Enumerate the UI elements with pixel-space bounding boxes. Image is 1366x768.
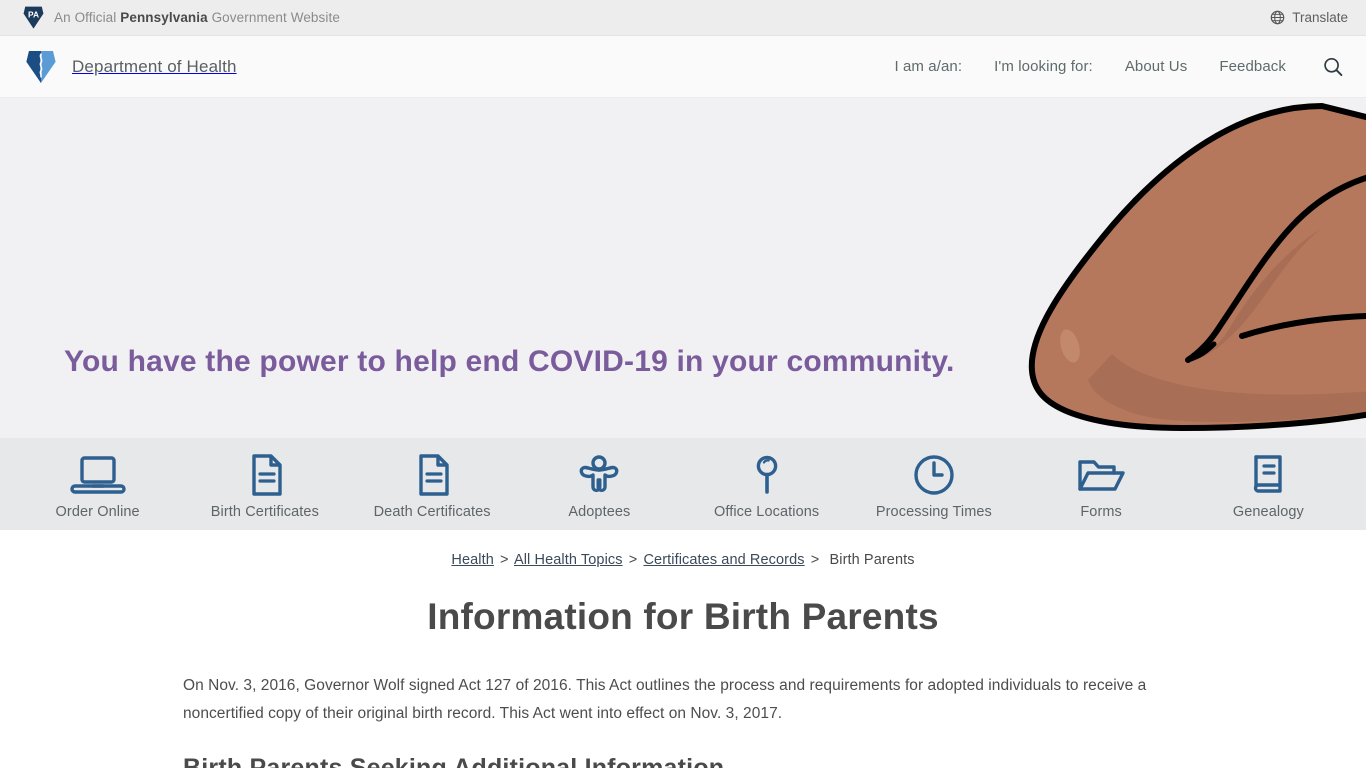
hero-headline: You have the power to help end COVID-19 … xyxy=(64,345,955,378)
quicklink-label: Adoptees xyxy=(568,503,631,520)
doh-keystone-icon xyxy=(26,50,56,83)
nav-item-about-us[interactable]: About Us xyxy=(1125,58,1188,75)
quicklink-label: Death Certificates xyxy=(373,503,491,520)
site-header: Department of Health I am a/an: I'm look… xyxy=(0,36,1366,98)
quicklink-label: Forms xyxy=(1080,503,1122,520)
quicklink-label: Processing Times xyxy=(875,503,992,520)
translate-button[interactable]: Translate xyxy=(1270,10,1348,25)
folder-open-icon xyxy=(1075,453,1127,497)
nav-item-i-am-a-an[interactable]: I am a/an: xyxy=(894,58,962,75)
gov-banner-text-suffix: Government Website xyxy=(207,10,340,25)
quicklink-office-locations[interactable]: Office Locations xyxy=(683,449,850,520)
official-government-banner: PA An Official Pennsylvania Government W… xyxy=(0,0,1366,36)
quicklink-label: Birth Certificates xyxy=(210,503,319,520)
quicklink-label: Genealogy xyxy=(1232,503,1304,520)
breadcrumb-link-health[interactable]: Health xyxy=(451,552,494,568)
gov-banner-text-prefix: An Official xyxy=(54,10,121,25)
quicklink-death-certificates[interactable]: Death Certificates xyxy=(349,449,516,520)
quicklink-label: Office Locations xyxy=(713,503,820,520)
article-body: On Nov. 3, 2016, Governor Wolf signed Ac… xyxy=(183,638,1183,768)
brand-title: Department of Health xyxy=(72,56,237,76)
nav-item-im-looking-for[interactable]: I'm looking for: xyxy=(994,58,1093,75)
svg-text:PA: PA xyxy=(28,9,39,19)
breadcrumb-separator: > xyxy=(810,552,820,568)
flexed-arm-illustration xyxy=(1028,103,1366,431)
quicklink-forms[interactable]: Forms xyxy=(1018,449,1185,520)
map-pin-icon xyxy=(745,453,789,497)
laptop-icon xyxy=(70,453,126,497)
intro-paragraph: On Nov. 3, 2016, Governor Wolf signed Ac… xyxy=(183,677,1147,722)
document-icon xyxy=(410,453,454,497)
search-icon xyxy=(1324,57,1343,76)
quicklink-label: Order Online xyxy=(55,503,140,520)
document-icon xyxy=(243,453,287,497)
brand-home-link[interactable]: Department of Health xyxy=(24,49,237,85)
quicklink-genealogy[interactable]: Genealogy xyxy=(1185,449,1352,520)
breadcrumb: Health > All Health Topics > Certificate… xyxy=(0,530,1366,568)
nav-item-feedback[interactable]: Feedback xyxy=(1219,58,1286,75)
quicklink-order-online[interactable]: Order Online xyxy=(14,449,181,520)
breadcrumb-link-certificates-and-records[interactable]: Certificates and Records xyxy=(643,552,804,568)
breadcrumb-link-all-health-topics[interactable]: All Health Topics xyxy=(514,552,623,568)
quicklink-processing-times[interactable]: Processing Times xyxy=(850,449,1017,520)
hero-banner: You have the power to help end COVID-19 … xyxy=(0,98,1366,438)
clock-icon xyxy=(912,453,956,497)
search-button[interactable] xyxy=(1322,56,1344,78)
gov-banner-text: An Official Pennsylvania Government Webs… xyxy=(54,10,340,25)
child-icon xyxy=(577,453,621,497)
breadcrumb-separator: > xyxy=(500,552,509,568)
gov-banner-text-bold: Pennsylvania xyxy=(120,10,208,25)
section-heading-birth-parents-seeking-additional-information: Birth Parents Seeking Additional Informa… xyxy=(183,754,725,768)
main-navigation: I am a/an: I'm looking for: About Us Fee… xyxy=(894,56,1344,78)
translate-label: Translate xyxy=(1292,10,1348,25)
breadcrumb-separator: > xyxy=(628,552,638,568)
pa-keystone-icon: PA xyxy=(23,6,44,29)
quick-links-iconbar: Order Online Birth Certificates Death Ce… xyxy=(0,438,1366,530)
book-icon xyxy=(1246,453,1290,497)
quicklink-birth-certificates[interactable]: Birth Certificates xyxy=(181,449,348,520)
breadcrumb-current: Birth Parents xyxy=(829,552,915,568)
page-title: Information for Birth Parents xyxy=(427,596,939,637)
main-content: Health > All Health Topics > Certificate… xyxy=(0,530,1366,768)
gov-banner-left: PA An Official Pennsylvania Government W… xyxy=(22,5,340,30)
quicklink-adoptees[interactable]: Adoptees xyxy=(516,449,683,520)
globe-icon xyxy=(1270,10,1285,25)
